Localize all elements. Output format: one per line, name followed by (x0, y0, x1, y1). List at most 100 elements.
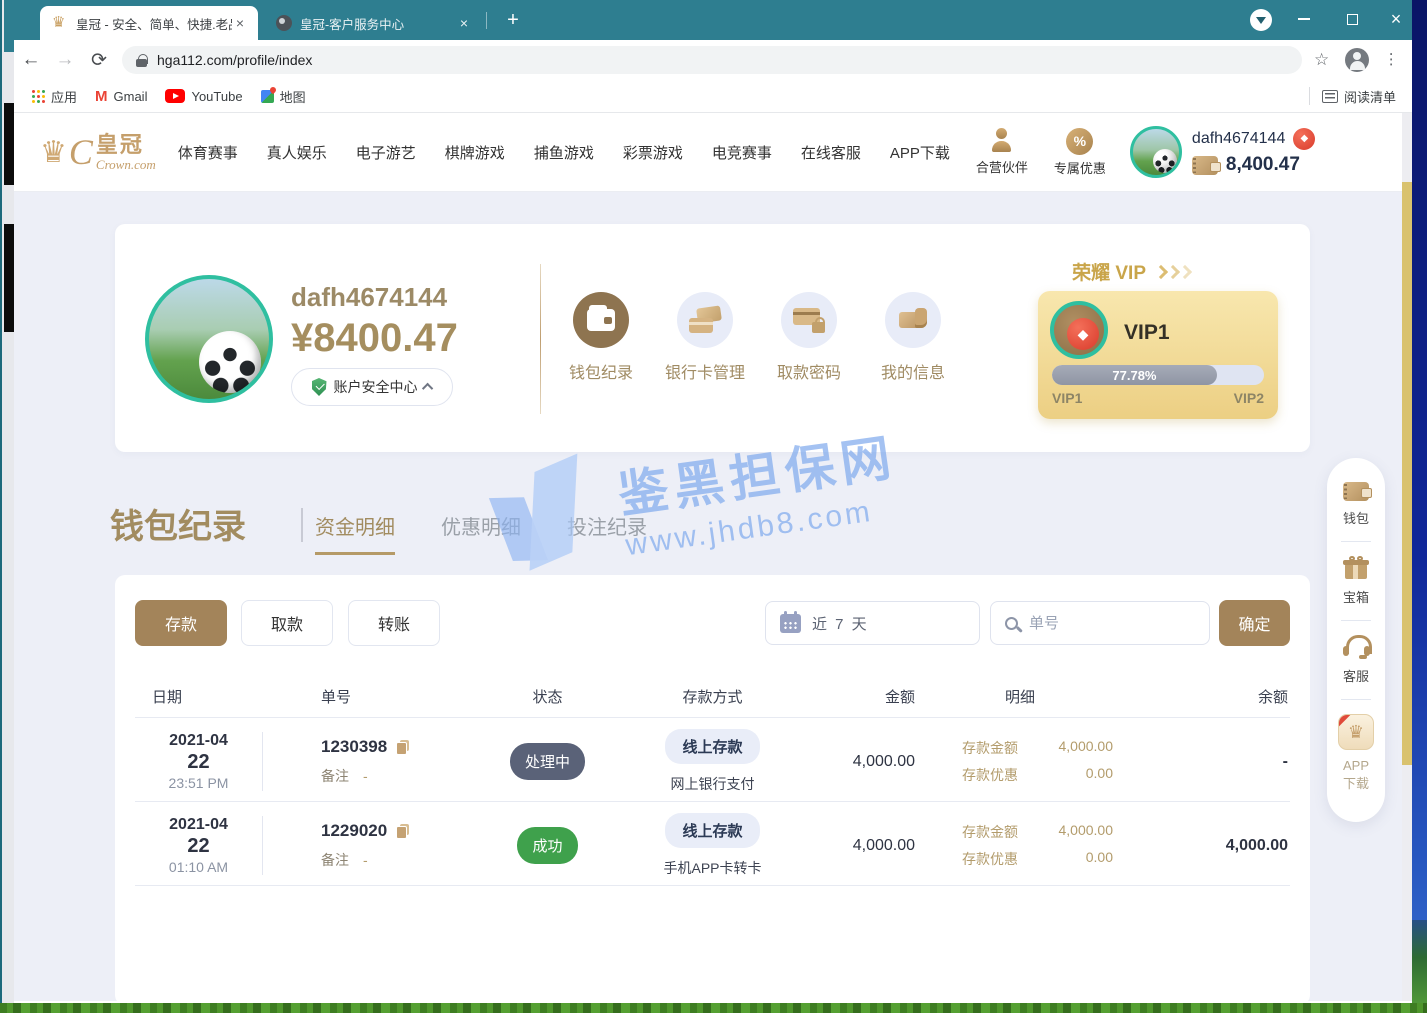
section-title: 钱包纪录 (110, 499, 246, 548)
promo-button[interactable]: 专属优惠 (1054, 128, 1106, 177)
bookmark-maps[interactable]: 地图 (261, 87, 306, 106)
nav-board-games[interactable]: 棋牌游戏 (445, 142, 505, 163)
copy-icon[interactable] (396, 740, 409, 755)
method-detail: 手机APP卡转卡 (615, 858, 810, 878)
url-field[interactable]: hga112.com/profile/index (122, 46, 1302, 74)
wallpaper-grass-strip (0, 1003, 1427, 1013)
status-badge: 处理中 (510, 743, 585, 780)
crown-logo-icon: ♛ (40, 135, 67, 170)
soccer-ball-icon (1153, 149, 1177, 173)
new-tab-button[interactable]: + (500, 8, 526, 34)
profile-balance: ¥8400.47 (291, 316, 458, 361)
avatar[interactable] (1130, 126, 1182, 178)
vip-progress-fill: 77.78% (1052, 365, 1217, 385)
reload-icon[interactable]: ⟳ (82, 49, 116, 72)
nav-esports[interactable]: 电竞赛事 (712, 142, 772, 163)
confirm-button[interactable]: 确定 (1219, 600, 1290, 646)
order-search-input[interactable] (1029, 615, 1179, 632)
date-year-month: 2021-04 (135, 732, 262, 750)
partner-button[interactable]: 合营伙伴 (976, 128, 1028, 176)
tab-crown-main[interactable]: ♛ 皇冠 - 安全、简单、快捷.老品牌 × (40, 6, 258, 40)
window-minimize-button[interactable] (1281, 0, 1327, 38)
col-header-method: 存款方式 (615, 675, 810, 717)
cell-balance: - (1125, 753, 1290, 771)
filter-deposit-button[interactable]: 存款 (135, 600, 227, 646)
side-wallet-button[interactable]: 钱包 (1343, 482, 1369, 527)
site-header: ♛ C 皇冠 Crown.com 体育赛事 真人娱乐 电子游艺 棋牌游戏 捕鱼游… (14, 113, 1412, 192)
header-balance: 8,400.47 (1226, 154, 1300, 176)
nav-sports[interactable]: 体育赛事 (178, 142, 238, 163)
side-divider (1341, 699, 1371, 700)
detail-label: 存款金额 (942, 822, 1018, 842)
quick-link-wallet-records[interactable]: 钱包纪录 (555, 292, 647, 383)
remark-value: - (363, 768, 368, 784)
side-chest-button[interactable]: 宝箱 (1343, 556, 1369, 606)
page-scrollbar[interactable] (1402, 113, 1412, 1001)
table-row: 2021-04 22 23:51 PM 1230398 备注- (135, 717, 1290, 801)
copy-icon[interactable] (396, 824, 409, 839)
browser-menu-icon[interactable]: ⋮ (1383, 57, 1399, 63)
side-app-label-2: 下载 (1343, 776, 1369, 791)
nav-online-service[interactable]: 在线客服 (801, 142, 861, 163)
profile-divider (540, 264, 541, 414)
forward-icon[interactable]: → (48, 49, 82, 71)
scrollbar-thumb[interactable] (1402, 182, 1412, 765)
order-number: 1229020 (321, 821, 387, 841)
bookmark-gmail[interactable]: M Gmail (95, 88, 147, 105)
col-header-status: 状态 (480, 675, 615, 717)
bookmark-star-icon[interactable]: ☆ (1314, 50, 1329, 70)
tab-fund-details[interactable]: 资金明细 (315, 511, 395, 555)
cell-status: 处理中 (480, 743, 615, 780)
browser-profile-icon[interactable] (1345, 48, 1369, 72)
honor-vip-link[interactable]: 荣耀 VIP (1072, 258, 1190, 285)
calendar-icon (780, 614, 801, 633)
cell-detail: 存款金额4,000.00 存款优惠0.00 (915, 822, 1125, 869)
detail-value: 0.00 (1018, 849, 1113, 869)
window-maximize-button[interactable] (1329, 0, 1375, 38)
nav-fishing[interactable]: 捕鱼游戏 (534, 142, 594, 163)
header-user-area[interactable]: dafh4674144 8,400.47 (1130, 126, 1315, 178)
site-logo[interactable]: ♛ C 皇冠 Crown.com (40, 131, 156, 173)
page-viewport: ♛ C 皇冠 Crown.com 体育赛事 真人娱乐 电子游艺 棋牌游戏 捕鱼游… (14, 113, 1412, 1001)
date-range-picker[interactable]: 近 7 天 (765, 601, 980, 645)
col-header-balance: 余额 (1125, 675, 1290, 717)
filter-transfer-button[interactable]: 转账 (348, 600, 440, 646)
back-icon[interactable]: ← (14, 49, 48, 71)
window-close-button[interactable]: × (1373, 0, 1419, 38)
vip-level: VIP1 (1124, 321, 1170, 345)
nav-lottery[interactable]: 彩票游戏 (623, 142, 683, 163)
tab-close-icon[interactable]: × (456, 15, 472, 31)
filter-withdraw-button[interactable]: 取款 (241, 600, 333, 646)
url-text[interactable]: hga112.com/profile/index (157, 52, 312, 68)
nav-slots[interactable]: 电子游艺 (356, 142, 416, 163)
col-header-amount: 金额 (810, 675, 915, 717)
date-range-value: 近 7 天 (812, 613, 869, 634)
remark-label: 备注 (321, 852, 349, 868)
gmail-icon: M (95, 88, 108, 105)
quick-link-bank-cards[interactable]: 银行卡管理 (659, 292, 751, 383)
tab-close-icon[interactable]: × (232, 15, 248, 31)
side-divider (1341, 541, 1371, 542)
side-service-button[interactable]: 客服 (1343, 635, 1370, 685)
quick-link-my-info[interactable]: 我的信息 (867, 292, 959, 383)
order-search-box[interactable] (990, 601, 1210, 645)
quick-link-withdraw-password[interactable]: 取款密码 (763, 292, 855, 383)
nav-live-casino[interactable]: 真人娱乐 (267, 142, 327, 163)
avatar-large (145, 275, 273, 403)
side-app-download-button[interactable]: ♛ APP 下载 (1338, 714, 1374, 792)
side-label: 客服 (1343, 666, 1369, 685)
bookmark-youtube[interactable]: YouTube (165, 89, 242, 104)
wallet-tabs: 资金明细 优惠明细 投注纪录 (315, 511, 647, 555)
bookmark-apps[interactable]: 应用 (32, 87, 77, 106)
status-badge: 成功 (517, 827, 577, 864)
account-security-button[interactable]: 账户安全中心 (291, 368, 453, 406)
partner-label: 合营伙伴 (976, 157, 1028, 176)
col-header-date: 日期 (135, 675, 263, 717)
tab-promo-details[interactable]: 优惠明细 (441, 511, 521, 555)
tab-bet-records[interactable]: 投注纪录 (567, 511, 647, 555)
titlebar-badge-icon[interactable] (1250, 9, 1272, 31)
nav-app-download[interactable]: APP下载 (890, 142, 950, 163)
reading-list-button[interactable]: 阅读清单 (1309, 87, 1396, 106)
side-label: 宝箱 (1343, 587, 1369, 606)
tab-customer-service[interactable]: 皇冠-客户服务中心 × (264, 6, 482, 40)
